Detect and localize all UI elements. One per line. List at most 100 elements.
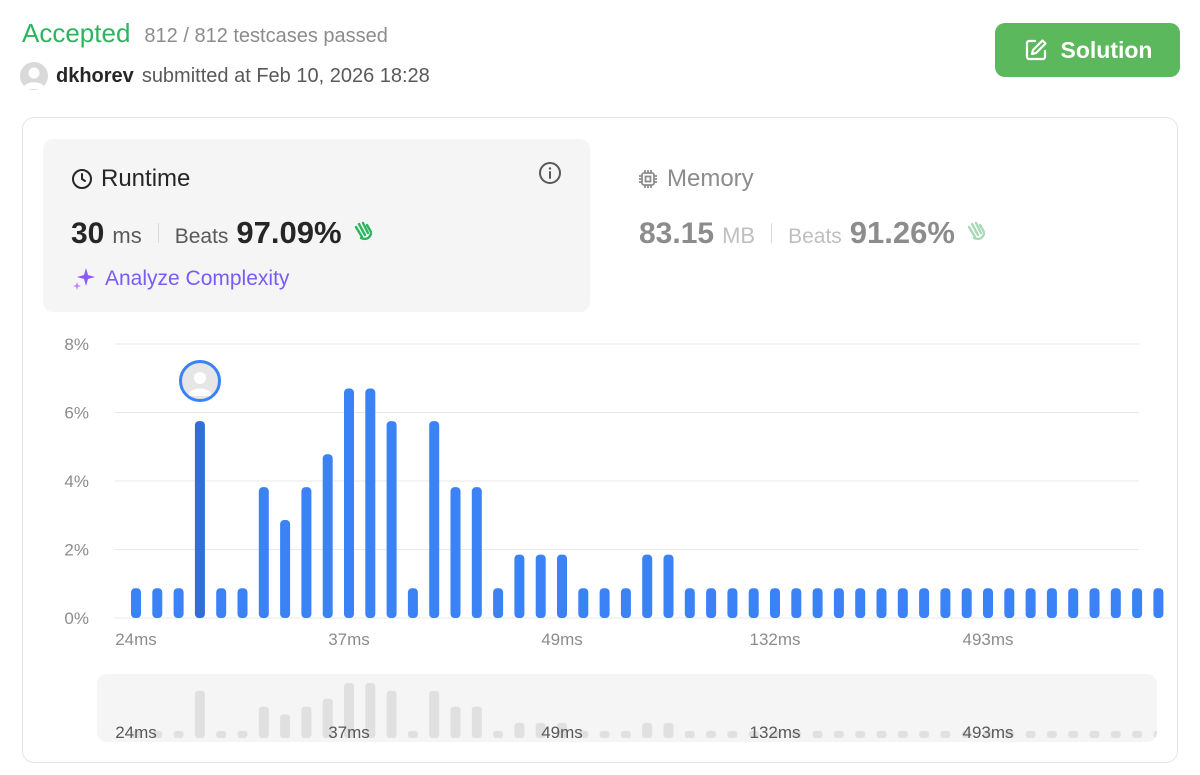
chart-bar — [1110, 588, 1121, 618]
submission-status: Accepted 812 / 812 testcases passed — [22, 18, 388, 49]
chart-bar — [1089, 588, 1100, 618]
testcases-count: 812 / 812 testcases passed — [144, 25, 388, 47]
chart-bar — [173, 588, 184, 618]
minimap-x-label: 132ms — [749, 723, 800, 742]
minimap-bar — [897, 730, 908, 738]
chart-bar — [919, 588, 930, 618]
my-submission-marker[interactable] — [178, 360, 221, 402]
minimap-bar — [684, 730, 695, 738]
chart-bar — [365, 388, 376, 618]
chart-bar — [216, 588, 227, 618]
minimap-bar — [855, 730, 866, 738]
chart-bar — [770, 588, 780, 618]
chart-bar — [876, 588, 887, 618]
minimap-bar — [471, 706, 482, 738]
chart-bar — [791, 588, 802, 618]
user-avatar[interactable] — [20, 62, 48, 90]
y-tick-label: 4% — [64, 472, 89, 491]
minimap-bar — [173, 730, 184, 738]
y-tick-label: 6% — [64, 404, 89, 423]
chart-bar — [1153, 588, 1164, 618]
x-tick-label: 24ms — [115, 630, 157, 649]
chart-bar — [1025, 588, 1036, 618]
x-tick-label: 49ms — [541, 630, 583, 649]
chart-bar-selected — [194, 421, 205, 618]
x-tick-label: 37ms — [328, 630, 370, 649]
minimap-x-label: 37ms — [328, 723, 370, 742]
minimap-x-label: 493ms — [962, 723, 1013, 742]
chart-bar — [983, 588, 993, 618]
x-tick-label: 132ms — [749, 630, 800, 649]
minimap-bar — [1153, 730, 1157, 738]
minimap-bar — [450, 706, 461, 738]
user-icon — [187, 372, 212, 396]
chart-bar — [578, 588, 589, 618]
minimap-bar — [1025, 730, 1036, 738]
minimap-bar — [1132, 730, 1143, 738]
chart-bar — [727, 588, 738, 618]
performance-panel: Runtime 30 ms Beats 97.09% Analyze Compl… — [22, 117, 1178, 763]
chart-bar — [280, 520, 291, 618]
minimap-bar — [620, 730, 631, 738]
chart-bar — [1132, 588, 1143, 618]
minimap-bar — [706, 730, 717, 738]
x-tick-label: 493ms — [962, 630, 1013, 649]
chart-bar — [237, 588, 248, 618]
minimap-x-label: 24ms — [115, 723, 157, 742]
minimap-bar — [493, 730, 504, 738]
chart-bar — [1046, 588, 1057, 618]
chart-bar — [407, 588, 418, 618]
minimap-bar — [514, 722, 525, 738]
minimap-bar — [727, 730, 738, 738]
chart-bar — [152, 588, 163, 618]
minimap-bar — [919, 730, 930, 738]
chart-bar — [833, 588, 844, 618]
solution-button[interactable]: Solution — [995, 23, 1180, 77]
chart-bar — [429, 421, 440, 618]
chart-bar — [940, 588, 951, 618]
chart-bar — [535, 554, 546, 618]
chart-bar — [322, 454, 333, 618]
minimap-bar — [258, 706, 269, 738]
chart-bar — [706, 588, 717, 618]
minimap-bar — [429, 690, 440, 738]
minimap-bar — [301, 706, 312, 738]
chart-bar — [258, 487, 269, 618]
chart-bar — [301, 487, 312, 618]
chart-bar — [131, 588, 141, 618]
chart-bar — [471, 487, 482, 618]
y-tick-label: 2% — [64, 541, 89, 560]
y-tick-label: 0% — [64, 609, 89, 628]
submitter-line: dkhorev submitted at Feb 10, 2026 18:28 — [20, 62, 430, 90]
edit-icon — [1025, 39, 1047, 61]
chart-bar — [386, 421, 397, 618]
chart-bar — [1068, 588, 1079, 618]
chart-bar — [450, 487, 461, 618]
minimap-bar — [216, 730, 227, 738]
verdict-label: Accepted — [22, 18, 131, 48]
minimap-chart[interactable]: 24ms 37ms 49ms 132ms 493ms — [97, 674, 1157, 742]
minimap-bar — [194, 690, 205, 738]
y-tick-label: 8% — [64, 335, 89, 354]
minimap-bar — [663, 722, 674, 738]
chart-bar — [642, 554, 653, 618]
user-icon — [23, 67, 45, 89]
minimap-bar — [876, 730, 887, 738]
minimap-bar — [280, 714, 291, 738]
chart-bar — [493, 588, 504, 618]
minimap-bar — [1089, 730, 1100, 738]
minimap-bar — [237, 730, 248, 738]
chart-bar — [855, 588, 866, 618]
minimap-bar — [1068, 730, 1079, 738]
chart-bar — [620, 588, 631, 618]
minimap-x-label: 49ms — [541, 723, 583, 742]
minimap-bar — [812, 730, 823, 738]
username-link[interactable]: dkhorev — [56, 65, 134, 88]
chart-range-minimap[interactable]: 24ms 37ms 49ms 132ms 493ms — [97, 674, 1157, 742]
solution-button-label: Solution — [1060, 36, 1153, 63]
chart-bar — [514, 554, 525, 618]
chart-bar — [748, 588, 759, 618]
minimap-bar — [940, 730, 951, 738]
minimap-bar — [642, 722, 653, 738]
chart-bar — [663, 554, 674, 618]
